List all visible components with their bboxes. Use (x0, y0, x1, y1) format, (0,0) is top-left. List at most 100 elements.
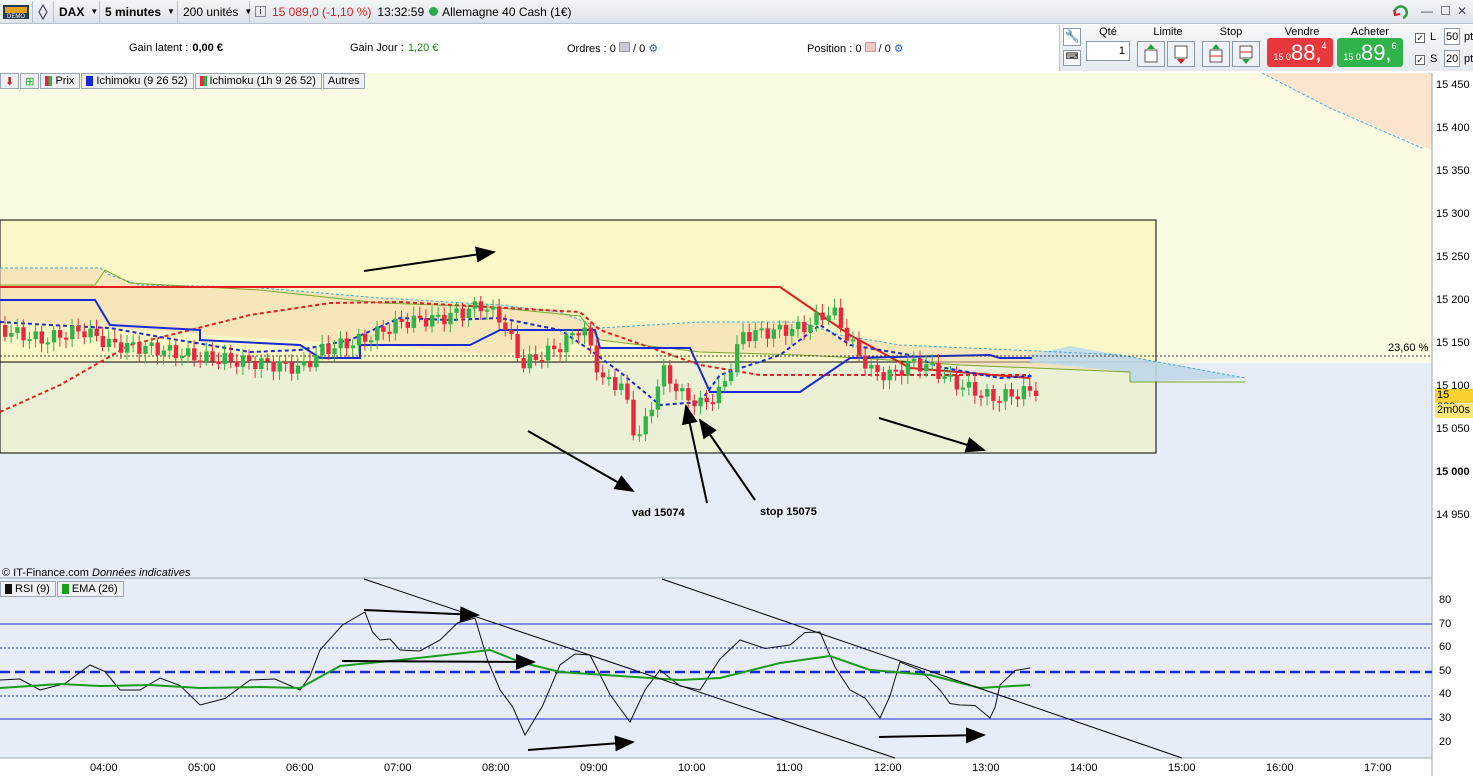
candle-body (692, 400, 697, 407)
account-switch-icon[interactable] (33, 0, 54, 23)
candle-body (369, 340, 374, 343)
legend-ichimoku-h1[interactable]: Ichimoku (1h 9 26 52) (194, 73, 322, 89)
instrument-select[interactable]: DAX ▼ (54, 0, 100, 23)
candle-body (198, 360, 203, 363)
candle-body (875, 364, 880, 373)
orders-count[interactable]: Ordres : 0 / 0 ⚙ (567, 42, 658, 55)
stop-buy-button[interactable] (1202, 41, 1230, 67)
candle-body (9, 332, 14, 337)
units-select[interactable]: 200 unités ▼ (178, 0, 252, 23)
candle-body (149, 342, 154, 346)
candle-body (94, 328, 99, 337)
legend-rsi[interactable]: RSI (9) (0, 581, 56, 597)
legend-ema[interactable]: EMA (26) (56, 581, 124, 597)
limit-label: Limite (1153, 26, 1183, 38)
candle-body (240, 355, 246, 367)
candle-body (1033, 390, 1039, 396)
candle-body (698, 397, 703, 407)
keyboard-icon[interactable]: ⌨ (1063, 50, 1081, 66)
candle-body (820, 312, 825, 320)
candle-body (338, 338, 343, 349)
candle-body (509, 329, 514, 334)
timeframe-select[interactable]: 5 minutes ▼ (100, 0, 178, 23)
candle-body (722, 381, 728, 387)
price-axis-label: 15 150 (1436, 337, 1470, 349)
refresh-icon[interactable] (1391, 2, 1411, 25)
candle-body (326, 343, 331, 355)
gain-jour: Gain Jour :1,20 € (350, 42, 439, 54)
rsi-axis-label: 30 (1439, 712, 1452, 724)
minimize-icon[interactable]: — (1421, 4, 1433, 18)
time-axis-label: 16:00 (1266, 762, 1294, 774)
candle-body (911, 358, 917, 362)
candle-body (765, 328, 770, 339)
candle-body (155, 342, 160, 356)
time-axis-label: 06:00 (286, 762, 314, 774)
candle-body (106, 338, 112, 348)
candle-body (838, 307, 844, 328)
candle-body (253, 360, 258, 369)
limit-sell-button[interactable] (1167, 41, 1195, 67)
order-panel: 🔧 ⌨ Qté 1 Limite Stop Vendre 15 0 88, 4 Ac… (1059, 25, 1473, 71)
legend-prix[interactable]: Prix (40, 73, 81, 89)
candle-body (552, 345, 557, 350)
candle-body (265, 358, 270, 362)
svg-text:DEMO: DEMO (7, 14, 25, 20)
rsi-axis-label: 80 (1439, 594, 1452, 606)
candle-body (631, 399, 636, 436)
collapse-icon[interactable]: ⬇ (0, 73, 20, 89)
candle-body (277, 361, 282, 372)
candle-body (606, 377, 612, 380)
position-count[interactable]: Position : 0 / 0 ⚙ (807, 42, 904, 55)
candle-body (295, 365, 301, 374)
rsi-arrow-2[interactable] (341, 653, 536, 670)
candle-body (759, 328, 764, 331)
stop-points-input[interactable]: 20 (1444, 50, 1460, 67)
candle-body (844, 327, 850, 341)
sell-button[interactable]: 15 0 88, 4 (1267, 38, 1333, 67)
candle-body (131, 342, 136, 345)
close-icon[interactable]: ✕ (1457, 4, 1467, 18)
buy-button[interactable]: 15 0 89, 6 (1337, 38, 1403, 67)
candle-body (972, 381, 978, 396)
candle-body (417, 315, 423, 319)
candle-body (747, 332, 752, 342)
copyright: © IT-Finance.com Données indicatives (2, 567, 191, 579)
candle-body (430, 315, 435, 327)
last-price: 15 089,0 (-1,10 %) (272, 4, 372, 19)
add-indicator-icon[interactable]: ⊞ (20, 73, 40, 89)
candle-body (521, 358, 526, 369)
info-icon[interactable]: i (255, 6, 266, 17)
candle-body (301, 361, 307, 366)
stop-label: Stop (1219, 26, 1243, 38)
candle-body (118, 342, 124, 353)
candle-body (918, 358, 923, 372)
candle-body (649, 409, 654, 417)
wrench-icon[interactable]: 🔧 (1063, 28, 1081, 46)
candle-body (893, 369, 898, 372)
limit-buy-button[interactable] (1137, 41, 1165, 67)
candle-body (857, 339, 862, 356)
price-info: i 15 089,0 (-1,10 %) 13:32:59 Allemagne … (250, 1, 577, 23)
candle-body (576, 333, 581, 336)
price-chart[interactable] (0, 73, 1473, 776)
candle-body (161, 350, 166, 356)
indicator-legend: ⬇ ⊞ Prix Ichimoku (9 26 52) Ichimoku (1h… (0, 73, 366, 89)
stop-sell-button[interactable] (1232, 41, 1260, 67)
stop-checkbox[interactable]: ✓ (1415, 55, 1425, 65)
time-axis-label: 10:00 (678, 762, 706, 774)
time-axis-label: 17:00 (1364, 762, 1392, 774)
candle-body (600, 372, 606, 378)
candle-body (545, 345, 551, 361)
candle-body (399, 318, 404, 322)
candle-body (869, 364, 874, 369)
candle-body (57, 330, 63, 338)
candle-body (655, 386, 661, 410)
quantity-input[interactable]: 1 (1086, 41, 1130, 61)
maximize-icon[interactable]: ☐ (1440, 4, 1451, 18)
limit-checkbox[interactable]: ✓ (1415, 33, 1425, 43)
candle-body (924, 364, 929, 372)
legend-autres[interactable]: Autres (322, 73, 365, 89)
limit-points-input[interactable]: 50 (1444, 28, 1460, 45)
legend-ichimoku[interactable]: Ichimoku (9 26 52) (81, 73, 194, 89)
